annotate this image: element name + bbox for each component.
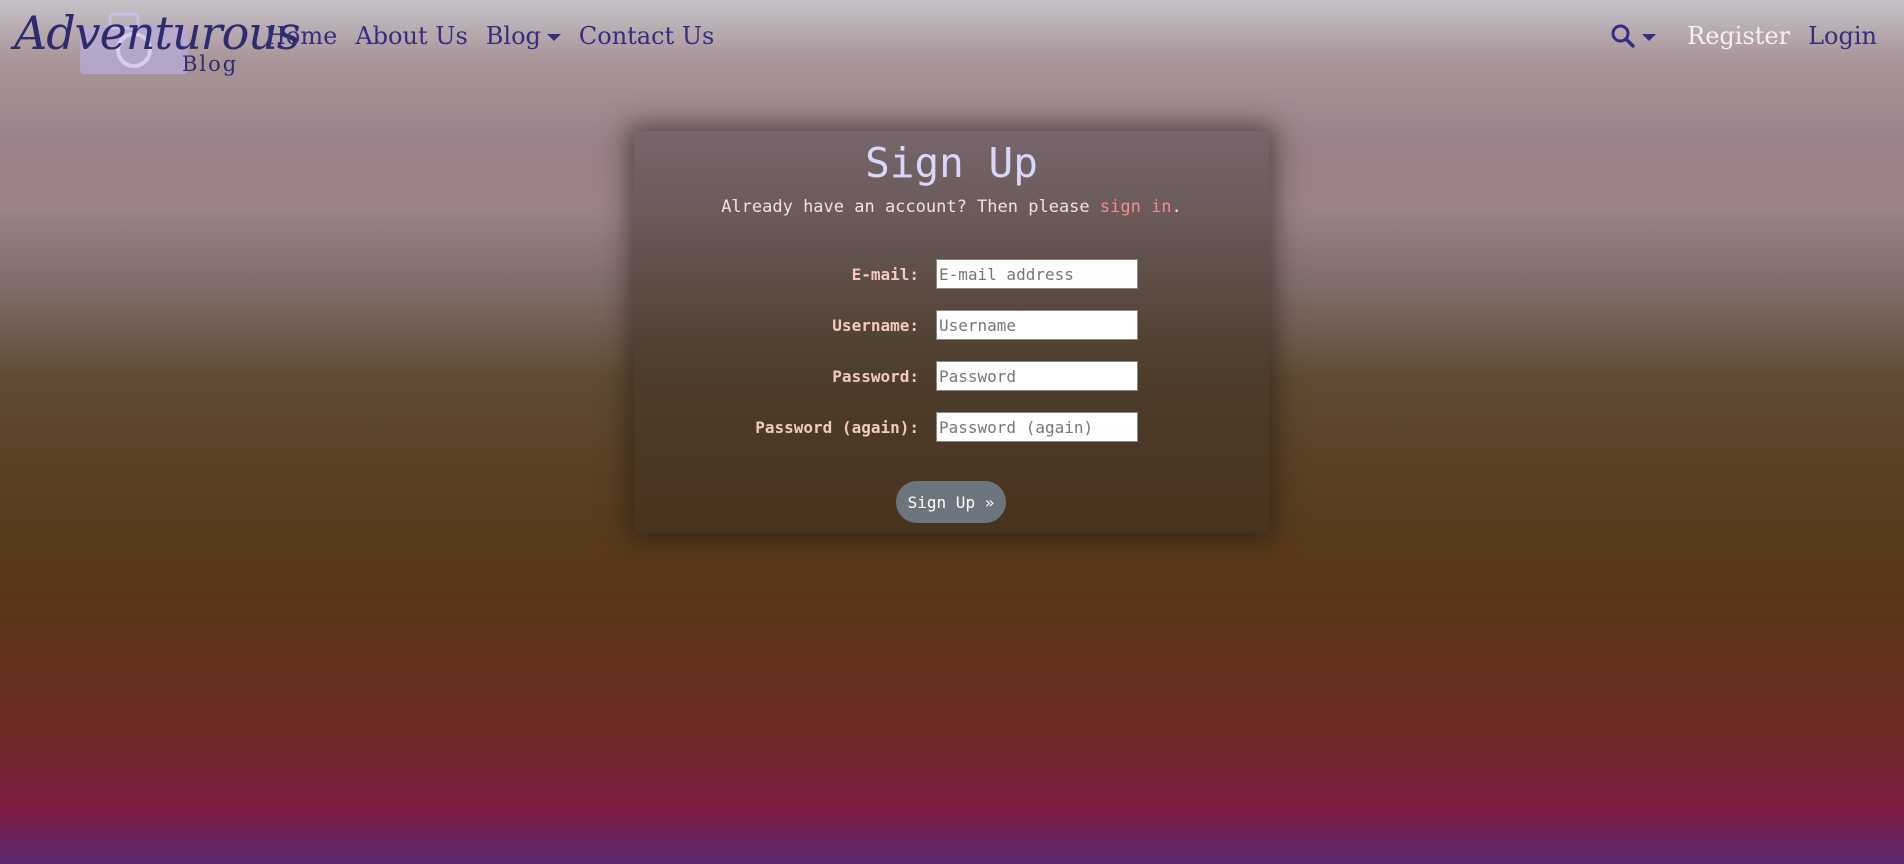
signin-link[interactable]: sign in xyxy=(1100,197,1172,217)
login-link[interactable]: Login xyxy=(1799,22,1886,50)
password-again-field[interactable] xyxy=(936,412,1138,442)
subtitle-suffix: . xyxy=(1171,197,1182,217)
signup-title: Sign Up xyxy=(865,139,1038,187)
signup-submit-button[interactable]: Sign Up » xyxy=(896,481,1006,523)
search-dropdown-toggle[interactable] xyxy=(1610,23,1678,49)
nav-blog-dropdown[interactable]: Blog xyxy=(477,22,570,50)
nav-right: Register Login xyxy=(1610,22,1886,50)
brand-sub-text: Blog xyxy=(182,52,239,76)
signup-subtitle: Already have an account? Then please sig… xyxy=(634,197,1269,217)
username-row: Username: xyxy=(634,310,1269,342)
password-field[interactable] xyxy=(936,361,1138,391)
password-again-label: Password (again): xyxy=(755,418,919,437)
signup-card: Sign Up Already have an account? Then pl… xyxy=(634,131,1269,533)
email-label: E-mail: xyxy=(851,265,919,284)
nav-home-link[interactable]: Home xyxy=(256,22,346,50)
chevron-down-icon xyxy=(546,33,561,41)
top-navbar: Adventurous Blog Home About Us Blog Cont… xyxy=(0,0,1904,82)
nav-blog-label: Blog xyxy=(485,22,541,50)
nav-about-link[interactable]: About Us xyxy=(346,22,476,50)
username-field[interactable] xyxy=(936,310,1138,340)
nav-contact-link[interactable]: Contact Us xyxy=(570,22,723,50)
password-label: Password: xyxy=(832,367,919,386)
chevron-down-icon xyxy=(1642,33,1657,41)
email-field[interactable] xyxy=(936,259,1138,289)
email-row: E-mail: xyxy=(634,259,1269,291)
main-nav: Home About Us Blog Contact Us xyxy=(256,22,723,50)
brand-logo[interactable]: Adventurous Blog xyxy=(14,4,301,78)
subtitle-prefix: Already have an account? Then please xyxy=(721,197,1100,217)
password-row: Password: xyxy=(634,361,1269,393)
username-label: Username: xyxy=(832,316,919,335)
search-icon xyxy=(1611,24,1635,48)
register-link[interactable]: Register xyxy=(1678,22,1799,50)
password-again-row: Password (again): xyxy=(634,412,1269,444)
